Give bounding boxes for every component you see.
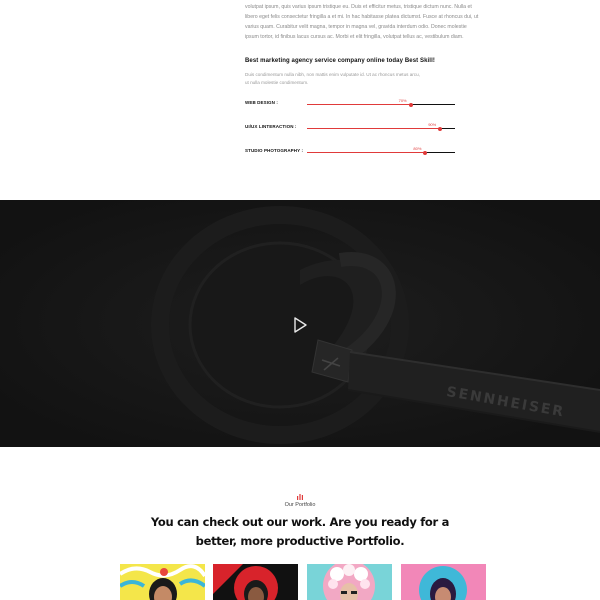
intro-paragraph: volutpat ipsum, quis varius ipsum tristi… <box>245 0 485 42</box>
intro-line: varius quam. Curabitur velit magna, temp… <box>245 24 467 30</box>
skill-percent-label: 80% <box>413 145 422 151</box>
skill-progress-bar: 90% <box>307 122 455 131</box>
skill-label: STUDIO PHOTOGRAPHY : <box>245 148 304 153</box>
portfolio-item-2[interactable] <box>213 564 298 600</box>
skills-section: volutpat ipsum, quis varius ipsum tristi… <box>0 0 600 200</box>
portfolio-image <box>307 564 392 600</box>
intro-line: ipsum tortor, id finibus lacus cursus ac… <box>245 34 464 40</box>
portfolio-subtitle: Our Portfolio <box>284 502 316 508</box>
portfolio-icon <box>297 494 303 500</box>
portfolio-heading-line: You can check out our work. Are you read… <box>150 515 450 529</box>
skill-percent-label: 90% <box>428 121 437 127</box>
skill-progress-bar: 80% <box>307 146 455 155</box>
intro-line: libero eget felis consectetur fringilla … <box>245 14 479 20</box>
skill-label: WEB DESIGN : <box>245 100 278 105</box>
portfolio-image <box>401 564 486 600</box>
portfolio-image <box>120 564 205 600</box>
skill-row-web-design: WEB DESIGN : 70% <box>245 98 460 110</box>
intro-line: volutpat ipsum, quis varius ipsum tristi… <box>245 4 472 10</box>
skill-progress-fill <box>307 152 426 153</box>
skill-progress-fill <box>307 128 441 129</box>
skill-percent-label: 70% <box>398 97 407 103</box>
portfolio-item-1[interactable] <box>120 564 205 600</box>
skill-progress-fill <box>307 104 411 105</box>
skills-title: Best marketing agency service company on… <box>245 58 435 64</box>
skill-progress-bar: 70% <box>307 98 455 107</box>
skill-progress-knob <box>408 102 413 107</box>
skills-description-line: Duis condimentum nulla nibh, non mattis … <box>245 72 420 77</box>
portfolio-heading-line: better, more productive Portfolio. <box>195 534 405 548</box>
portfolio-heading: You can check out our work. Are you read… <box>150 513 450 551</box>
skill-progress-knob <box>423 150 428 155</box>
skills-description: Duis condimentum nulla nibh, non mattis … <box>245 71 460 86</box>
skill-label: UI/UX LINTERACTION : <box>245 124 297 129</box>
skills-description-line: ut nulla molestie condimentum. <box>245 79 309 85</box>
play-icon <box>294 317 307 333</box>
skill-progress-knob <box>438 126 443 131</box>
video-play-button[interactable] <box>288 314 310 336</box>
skill-row-uiux: UI/UX LINTERACTION : 90% <box>245 122 460 134</box>
portfolio-item-4[interactable] <box>401 564 486 600</box>
portfolio-image <box>213 564 298 600</box>
portfolio-item-3[interactable] <box>307 564 392 600</box>
skill-row-studio-photography: STUDIO PHOTOGRAPHY : 80% <box>245 146 460 158</box>
